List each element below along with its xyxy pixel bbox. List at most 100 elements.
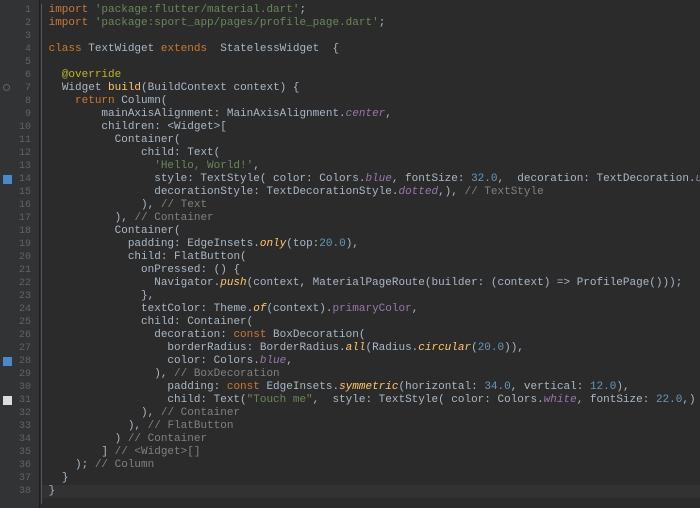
line-number[interactable]: 2 bbox=[0, 17, 39, 30]
comment: // Container bbox=[161, 407, 240, 419]
punct: , bbox=[253, 160, 260, 172]
code-text: ), bbox=[616, 381, 629, 393]
line-number[interactable]: 22 bbox=[0, 277, 39, 290]
comment: // Container bbox=[134, 212, 213, 224]
bookmark-icon[interactable] bbox=[3, 396, 12, 405]
line-number[interactable]: 5 bbox=[0, 56, 39, 69]
code-line bbox=[42, 56, 700, 69]
brace: { bbox=[332, 43, 339, 55]
brace: } bbox=[49, 485, 56, 497]
code-line: children: <Widget>[ bbox=[42, 121, 700, 134]
line-number[interactable]: 1 bbox=[0, 4, 39, 17]
code-text: textColor: Theme. bbox=[141, 303, 253, 315]
line-number[interactable]: 18 bbox=[0, 225, 39, 238]
line-number[interactable]: 11 bbox=[0, 134, 39, 147]
string: 'package:flutter/material.dart' bbox=[95, 4, 300, 16]
code-text: ), bbox=[154, 368, 174, 380]
code-line: child: Container( bbox=[42, 316, 700, 329]
line-number[interactable]: 30 bbox=[0, 381, 39, 394]
string: 'Hello, World!' bbox=[154, 160, 253, 172]
code-line: color: Colors.blue, bbox=[42, 355, 700, 368]
line-number[interactable]: 25 bbox=[0, 316, 39, 329]
line-number[interactable]: 34 bbox=[0, 433, 39, 446]
code-line: Navigator.push(context, MaterialPageRout… bbox=[42, 277, 700, 290]
line-number[interactable]: 7 bbox=[0, 82, 39, 95]
line-number[interactable]: 16 bbox=[0, 199, 39, 212]
class-name: TextWidget bbox=[88, 43, 161, 55]
code-line: @override bbox=[42, 69, 700, 82]
line-number[interactable]: 23 bbox=[0, 290, 39, 303]
line-number[interactable]: 8 bbox=[0, 95, 39, 108]
line-number[interactable]: 27 bbox=[0, 342, 39, 355]
line-number[interactable]: 3 bbox=[0, 30, 39, 43]
line-number[interactable]: 9 bbox=[0, 108, 39, 121]
call: Column( bbox=[121, 95, 167, 107]
code-text: , vertical: bbox=[511, 381, 590, 393]
override-icon[interactable] bbox=[3, 84, 10, 91]
line-number[interactable]: 20 bbox=[0, 251, 39, 264]
comment: // <Widget>[] bbox=[115, 446, 201, 458]
line-number[interactable]: 31 bbox=[0, 394, 39, 407]
ident: center bbox=[346, 108, 386, 120]
line-number[interactable]: 13 bbox=[0, 160, 39, 173]
bookmark-icon[interactable] bbox=[3, 357, 12, 366]
line-number[interactable]: 12 bbox=[0, 147, 39, 160]
code-line: onPressed: () { bbox=[42, 264, 700, 277]
code-line: ), // BoxDecoration bbox=[42, 368, 700, 381]
code-text: )), bbox=[504, 342, 524, 354]
code-text: (top: bbox=[286, 238, 319, 250]
code-line: child: Text("Touch me", style: TextStyle… bbox=[42, 394, 700, 407]
code-line: } bbox=[42, 472, 700, 485]
code-text: BoxDecoration( bbox=[273, 329, 365, 341]
line-number[interactable]: 19 bbox=[0, 238, 39, 251]
method: circular bbox=[418, 342, 471, 354]
code-line: Widget build(BuildContext context) { bbox=[42, 82, 700, 95]
code-text: Container( bbox=[115, 225, 181, 237]
fold-guide bbox=[41, 4, 42, 504]
ident: white bbox=[544, 394, 577, 406]
code-line: import 'package:sport_app/pages/profile_… bbox=[42, 17, 700, 30]
line-number[interactable]: 17 bbox=[0, 212, 39, 225]
line-number[interactable]: 10 bbox=[0, 121, 39, 134]
code-text: borderRadius: BorderRadius. bbox=[167, 342, 345, 354]
code-line: } bbox=[42, 485, 700, 498]
line-number[interactable]: 29 bbox=[0, 368, 39, 381]
comment: // FlatButton bbox=[148, 420, 234, 432]
line-number[interactable]: 36 bbox=[0, 459, 39, 472]
code-line: ) // Container bbox=[42, 433, 700, 446]
keyword: return bbox=[75, 95, 121, 107]
number: 22.0 bbox=[656, 394, 682, 406]
line-number[interactable]: 6 bbox=[0, 69, 39, 82]
code-line: borderRadius: BorderRadius.all(Radius.ci… bbox=[42, 342, 700, 355]
code-text: ] bbox=[101, 446, 114, 458]
code-text: mainAxisAlignment: MainAxisAlignment. bbox=[101, 108, 345, 120]
code-line: ), // Text bbox=[42, 199, 700, 212]
line-number[interactable]: 26 bbox=[0, 329, 39, 342]
code-text: ,), bbox=[438, 186, 464, 198]
code-line: ); // Column bbox=[42, 459, 700, 472]
line-number[interactable]: 32 bbox=[0, 407, 39, 420]
line-number[interactable]: 35 bbox=[0, 446, 39, 459]
code-line: ), // FlatButton bbox=[42, 420, 700, 433]
line-number[interactable]: 38 bbox=[0, 485, 39, 498]
code-editor[interactable]: import 'package:flutter/material.dart'; … bbox=[40, 0, 700, 508]
line-number[interactable]: 15 bbox=[0, 186, 39, 199]
code-text: , fontSize: bbox=[392, 173, 471, 185]
line-number[interactable]: 14 bbox=[0, 173, 39, 186]
line-number[interactable]: 21 bbox=[0, 264, 39, 277]
code-text: padding: EdgeInsets. bbox=[128, 238, 260, 250]
line-number[interactable]: 24 bbox=[0, 303, 39, 316]
code-text: ); bbox=[75, 459, 95, 471]
number: 20.0 bbox=[478, 342, 504, 354]
comment: // BoxDecoration bbox=[174, 368, 280, 380]
code-text: ,) ), bbox=[682, 394, 700, 406]
brace: } bbox=[62, 472, 69, 484]
line-number[interactable]: 37 bbox=[0, 472, 39, 485]
line-number[interactable]: 4 bbox=[0, 43, 39, 56]
line-number[interactable]: 28 bbox=[0, 355, 39, 368]
punct: , bbox=[412, 303, 419, 315]
code-line: mainAxisAlignment: MainAxisAlignment.cen… bbox=[42, 108, 700, 121]
bookmark-icon[interactable] bbox=[3, 175, 12, 184]
method: symmetric bbox=[339, 381, 398, 393]
line-number[interactable]: 33 bbox=[0, 420, 39, 433]
